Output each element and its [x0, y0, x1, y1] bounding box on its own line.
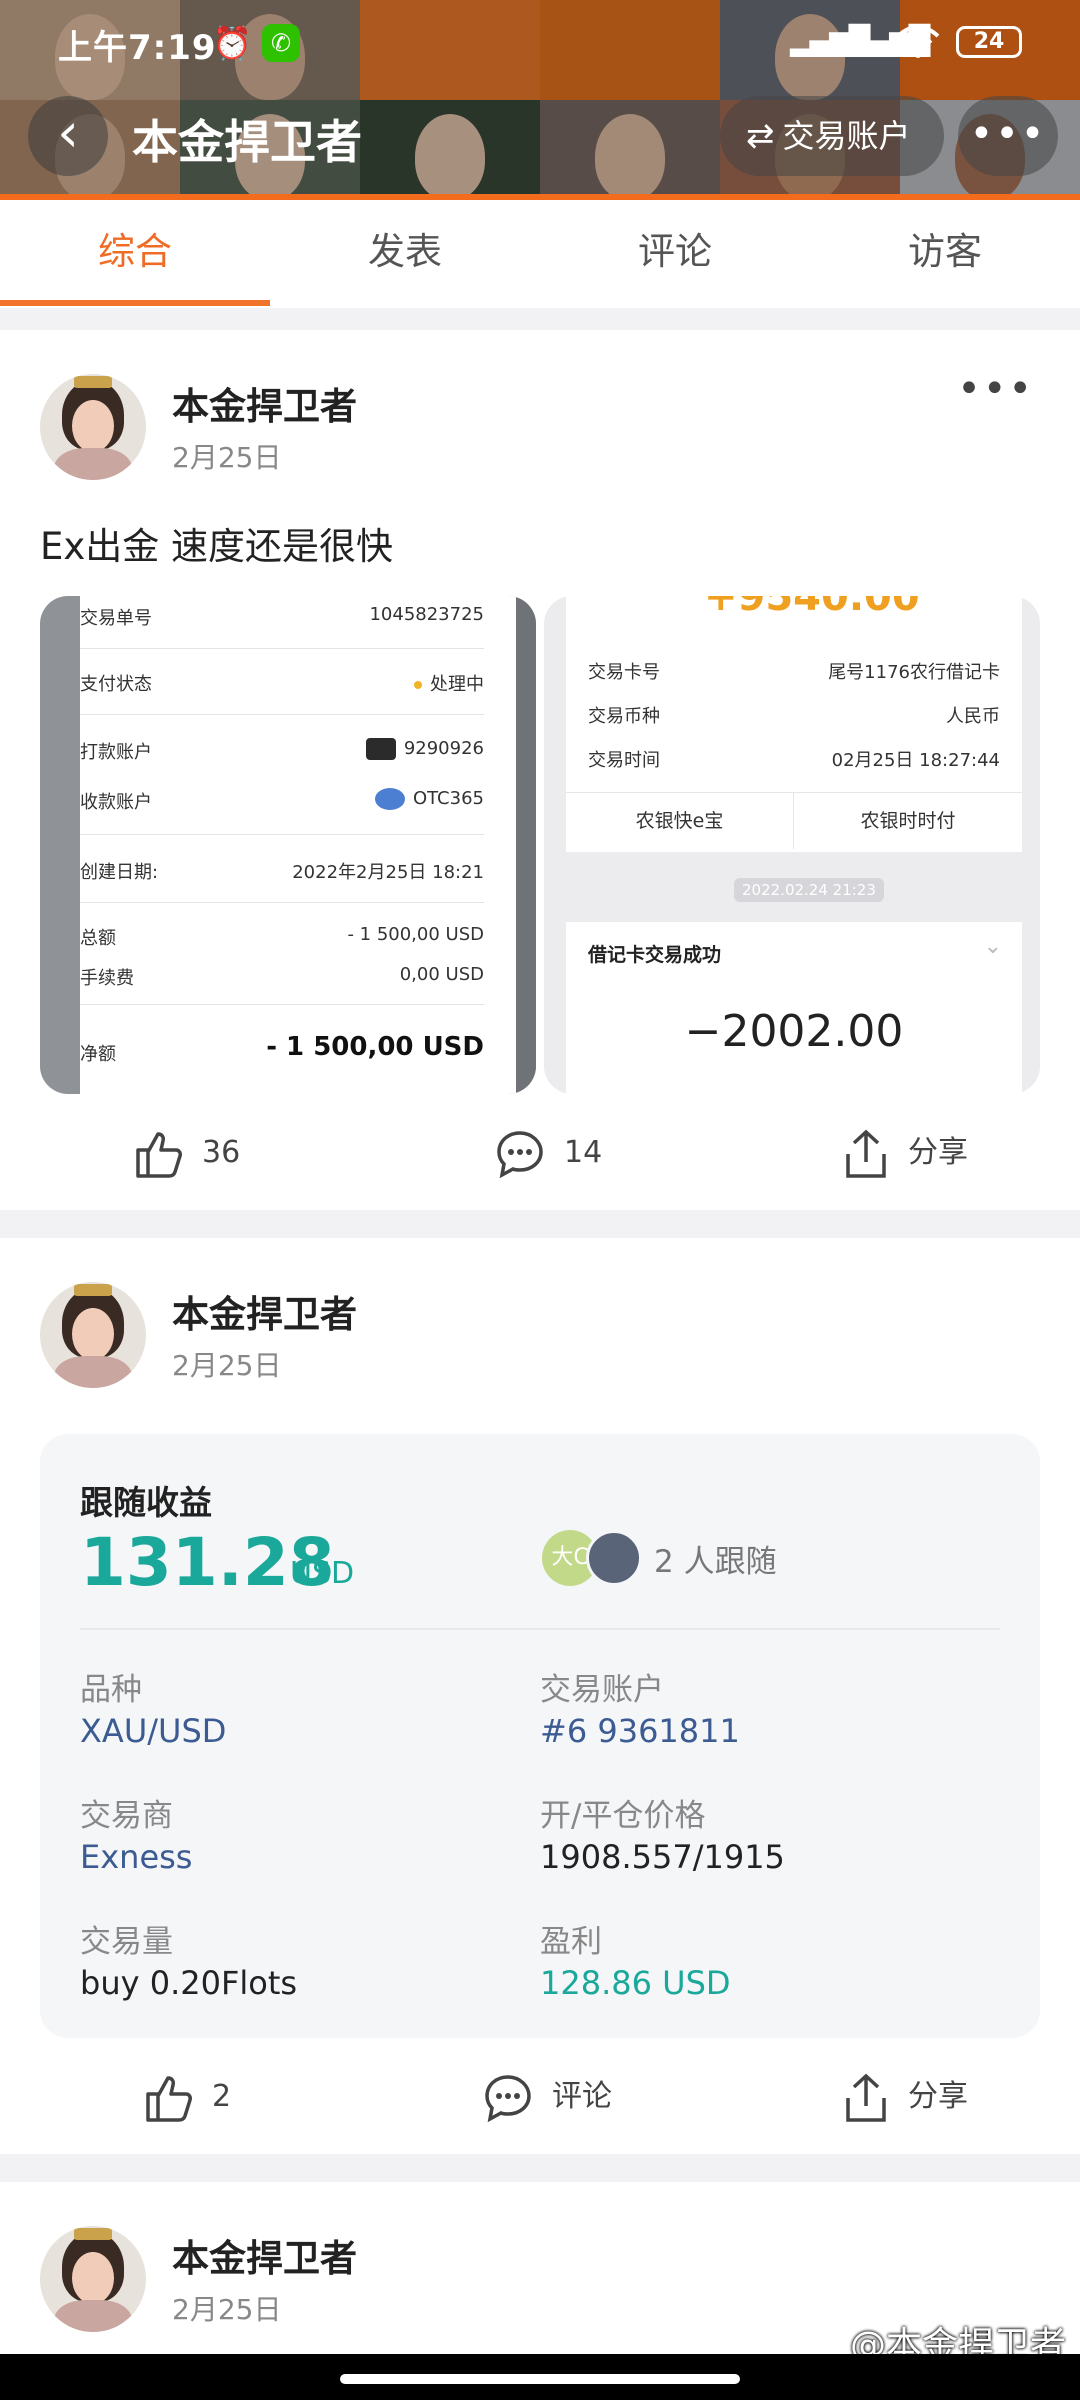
- more-button[interactable]: •••: [958, 96, 1058, 176]
- trading-account-button[interactable]: ⇄ 交易账户: [720, 96, 944, 176]
- field-value-prices: 1908.557/1915: [540, 1838, 785, 1876]
- avatar[interactable]: [40, 2226, 146, 2332]
- app-screen: 上午7:19 ⏰ ✆ ▂▄▆█ ▂▄▆█ 24 ‹ 本金捍卫者 ⇄ 交易账户 ••…: [0, 0, 1080, 2400]
- avatar[interactable]: [40, 1282, 146, 1388]
- post-more-icon[interactable]: •••: [957, 366, 1034, 412]
- share-icon: [846, 1129, 886, 1178]
- share-button[interactable]: 分享: [842, 2052, 968, 2142]
- post-actions: 2 评论 分享: [0, 2052, 1080, 2142]
- wifi-icon: [896, 24, 940, 66]
- post-date: 2月25日: [172, 1349, 282, 1382]
- tab-visitors[interactable]: 访客: [810, 200, 1080, 308]
- comment-button[interactable]: 评论: [482, 2052, 612, 2142]
- otc-logo-icon: [374, 788, 405, 810]
- pending-dot-icon: [414, 681, 422, 689]
- follow-earnings-card[interactable]: 跟随收益 131.28 USD 大C 2 人跟随 品种 XAU/USD 交易账户…: [40, 1434, 1040, 2038]
- avatar[interactable]: [40, 374, 146, 480]
- follower-avatar[interactable]: [586, 1530, 642, 1586]
- follow-earnings-unit: USD: [290, 1556, 355, 1591]
- back-button[interactable]: ‹: [28, 96, 108, 176]
- bank-button-1: 农银快e宝: [566, 793, 794, 849]
- field-label: 交易量: [80, 1924, 173, 1960]
- field-value-volume: buy 0.20Flots: [80, 1964, 298, 2002]
- field-label: 盈利: [540, 1924, 602, 1960]
- field-value-symbol: XAU/USD: [80, 1712, 227, 1750]
- comment-icon: [497, 1130, 543, 1178]
- share-label: 分享: [908, 1135, 968, 1170]
- post-image-bank-receipt[interactable]: +9540.00 交易卡号 尾号1176农行借记卡 交易币种 人民币 交易时间 02月…: [544, 596, 1040, 1094]
- home-indicator[interactable]: [340, 2374, 740, 2384]
- follow-earnings-label: 跟随收益: [80, 1483, 212, 1522]
- post-text: Ex出金 速度还是很快: [40, 525, 394, 568]
- field-value-profit: 128.86 USD: [540, 1964, 731, 2002]
- tab-comments[interactable]: 评论: [540, 200, 810, 308]
- field-label: 开/平仓价格: [540, 1798, 706, 1834]
- bank-panel-amount: −2002.00: [684, 1006, 904, 1057]
- divider: [80, 1628, 1000, 1630]
- comment-icon: [485, 2074, 531, 2122]
- field-value-account[interactable]: #6 9361811: [540, 1712, 740, 1750]
- more-icon: •••: [969, 111, 1047, 157]
- post-image-withdrawal-receipt[interactable]: 交易单号 1045823725 支付状态 处理中 打款账户 9290926 收款账户 O…: [40, 596, 536, 1094]
- tab-posts[interactable]: 发表: [270, 200, 540, 308]
- field-label: 交易账户: [540, 1672, 664, 1708]
- post-author[interactable]: 本金捍卫者: [172, 1284, 357, 1338]
- trading-account-label: 交易账户: [782, 117, 911, 155]
- status-bar: 上午7:19 ⏰ ✆ ▂▄▆█ ▂▄▆█ 24: [0, 0, 1080, 84]
- share-label: 分享: [908, 2079, 968, 2114]
- back-chevron-icon: ‹: [57, 101, 79, 164]
- comment-button[interactable]: 14: [494, 1108, 602, 1198]
- thumbs-up-icon: [136, 1131, 182, 1178]
- battery-indicator: 24: [956, 26, 1022, 58]
- field-label: 品种: [80, 1672, 142, 1708]
- page-title: 本金捍卫者: [132, 115, 362, 169]
- bank-amount-top: +9540.00: [704, 596, 920, 620]
- exness-logo-icon: [365, 738, 396, 760]
- chevron-down-icon: ⌄: [983, 934, 1002, 959]
- like-button[interactable]: 36: [132, 1108, 240, 1198]
- profile-header: 上午7:19 ⏰ ✆ ▂▄▆█ ▂▄▆█ 24 ‹ 本金捍卫者 ⇄ 交易账户 ••…: [0, 0, 1080, 200]
- status-time: 上午7:19: [58, 28, 217, 68]
- field-label: 交易商: [80, 1798, 173, 1834]
- share-icon: [846, 2073, 886, 2122]
- post-date: 2月25日: [172, 2293, 282, 2326]
- bank-panel-title: 借记卡交易成功: [588, 944, 722, 966]
- comment-count: 14: [564, 1135, 603, 1170]
- field-value-broker[interactable]: Exness: [80, 1838, 192, 1876]
- like-button[interactable]: 2: [142, 2052, 231, 2142]
- post-author[interactable]: 本金捍卫者: [172, 376, 357, 430]
- comment-label: 评论: [552, 2079, 612, 2114]
- post-author[interactable]: 本金捍卫者: [172, 2228, 357, 2282]
- bank-button-2: 农银时时付: [860, 810, 956, 832]
- tab-overview[interactable]: 综合: [0, 200, 270, 308]
- alarm-icon: ⏰: [212, 24, 252, 62]
- wechat-icon: ✆: [262, 24, 300, 62]
- system-nav-bar: [0, 2354, 1080, 2400]
- swap-icon: ⇄: [746, 116, 775, 156]
- thumbs-up-icon: [146, 2075, 192, 2122]
- post-actions: 36 14 分享: [0, 1108, 1080, 1198]
- like-count: 36: [202, 1135, 241, 1170]
- header-nav: ‹ 本金捍卫者 ⇄ 交易账户 •••: [0, 96, 1080, 180]
- tab-bar: 综合 发表 评论 访客: [0, 200, 1080, 308]
- like-count: 2: [212, 2079, 232, 2114]
- tab-active-indicator: [0, 300, 270, 306]
- post-date: 2月25日: [172, 441, 282, 474]
- share-button[interactable]: 分享: [842, 1108, 968, 1198]
- followers-count[interactable]: 2 人跟随: [654, 1536, 777, 1581]
- bank-timestamp: 2022.02.24 21:23: [734, 878, 884, 902]
